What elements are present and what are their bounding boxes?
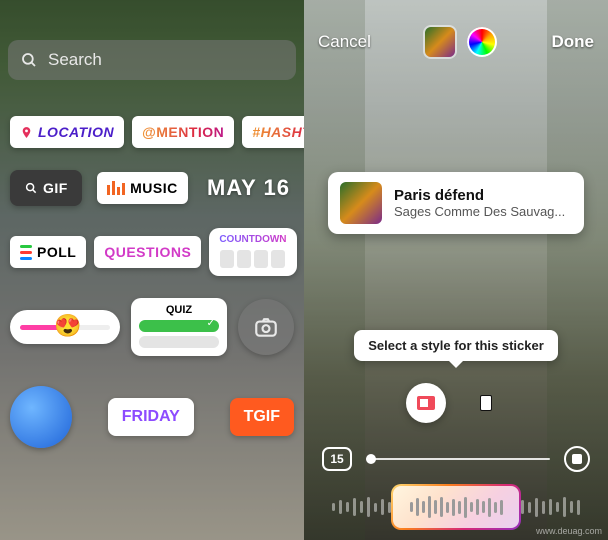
clip-duration-button[interactable]: 15 xyxy=(322,447,352,471)
music-sticker-editor-pane: Cancel Done Paris défend Sages Comme Des… xyxy=(304,0,608,540)
camera-icon xyxy=(253,314,279,340)
album-art-icon xyxy=(340,182,382,224)
location-pin-icon xyxy=(20,125,33,140)
waveform-scrubber[interactable] xyxy=(304,482,608,532)
music-sticker-preview[interactable]: Paris défend Sages Comme Des Sauvag... xyxy=(328,172,584,234)
sticker-music[interactable]: MUSIC xyxy=(97,172,188,204)
sticker-tgif[interactable]: TGIF xyxy=(230,398,294,436)
sticker-style-selector xyxy=(304,378,608,428)
sticker-gif-label: GIF xyxy=(43,180,68,196)
sticker-poll[interactable]: POLL xyxy=(10,236,86,268)
waveform-selection-handle[interactable] xyxy=(391,484,521,530)
countdown-slots-icon xyxy=(220,250,285,268)
sticker-search-input[interactable] xyxy=(48,50,284,70)
sticker-quiz[interactable]: QUIZ xyxy=(131,298,227,356)
sticker-location[interactable]: LOCATION xyxy=(10,116,124,148)
sticker-location-label: LOCATION xyxy=(38,124,114,140)
sticker-countdown-label: COUNTDOWN xyxy=(219,234,286,245)
sticker-mention-label: @MENTION xyxy=(142,124,224,140)
sticker-emoji-slider[interactable]: 😍 xyxy=(10,310,120,344)
sticker-poll-label: POLL xyxy=(37,244,76,260)
poll-lines-icon xyxy=(20,245,32,260)
watermark-text: www.deuag.com xyxy=(536,526,602,536)
search-icon xyxy=(24,181,38,195)
sticker-search-field[interactable] xyxy=(8,40,296,80)
style-card-icon xyxy=(417,396,435,410)
heart-eyes-emoji-icon: 😍 xyxy=(54,313,81,339)
style-minimal-icon xyxy=(480,395,492,411)
sticker-tray-pane: LOCATION @MENTION #HASHTAG GIF xyxy=(0,0,304,540)
sticker-quiz-label: QUIZ xyxy=(139,304,219,316)
search-icon xyxy=(20,51,38,69)
song-title: Paris défend xyxy=(394,187,565,204)
sticker-hashtag-label: #HASHTAG xyxy=(252,124,304,140)
sticker-hashtag[interactable]: #HASHTAG xyxy=(242,116,304,148)
sticker-style-option-1[interactable] xyxy=(406,383,446,423)
color-wheel-button[interactable] xyxy=(467,27,497,57)
editor-top-bar: Cancel Done xyxy=(304,20,608,64)
music-bars-icon xyxy=(107,181,125,195)
sticker-weather-circle[interactable] xyxy=(10,386,72,448)
song-artist: Sages Comme Des Sauvag... xyxy=(394,204,565,219)
sticker-countdown[interactable]: COUNTDOWN xyxy=(209,228,296,276)
done-button[interactable]: Done xyxy=(551,32,594,52)
quiz-option-correct-icon xyxy=(139,320,219,332)
quiz-option-blank-icon xyxy=(139,336,219,348)
cancel-button[interactable]: Cancel xyxy=(318,32,371,52)
sticker-friday[interactable]: FRIDAY xyxy=(108,398,194,436)
clip-timeline[interactable] xyxy=(366,458,550,460)
play-pause-button[interactable] xyxy=(564,446,590,472)
sticker-style-option-2[interactable] xyxy=(466,383,506,423)
style-hint-tooltip: Select a style for this sticker xyxy=(354,330,558,361)
sticker-mention[interactable]: @MENTION xyxy=(132,116,234,148)
clip-timeline-thumb-icon xyxy=(366,454,376,464)
waveform-selection-icon xyxy=(393,486,519,528)
sticker-questions-label: QUESTIONS xyxy=(104,244,191,260)
clip-scrubber-row: 15 xyxy=(304,444,608,474)
sticker-music-label: MUSIC xyxy=(130,180,178,196)
sticker-date[interactable]: MAY 16 xyxy=(203,175,294,201)
camera-sticker-button[interactable] xyxy=(238,299,294,355)
sticker-questions[interactable]: QUESTIONS xyxy=(94,236,201,268)
sticker-gif[interactable]: GIF xyxy=(10,170,82,206)
album-art-thumb-button[interactable] xyxy=(425,27,455,57)
stop-icon xyxy=(572,454,582,464)
